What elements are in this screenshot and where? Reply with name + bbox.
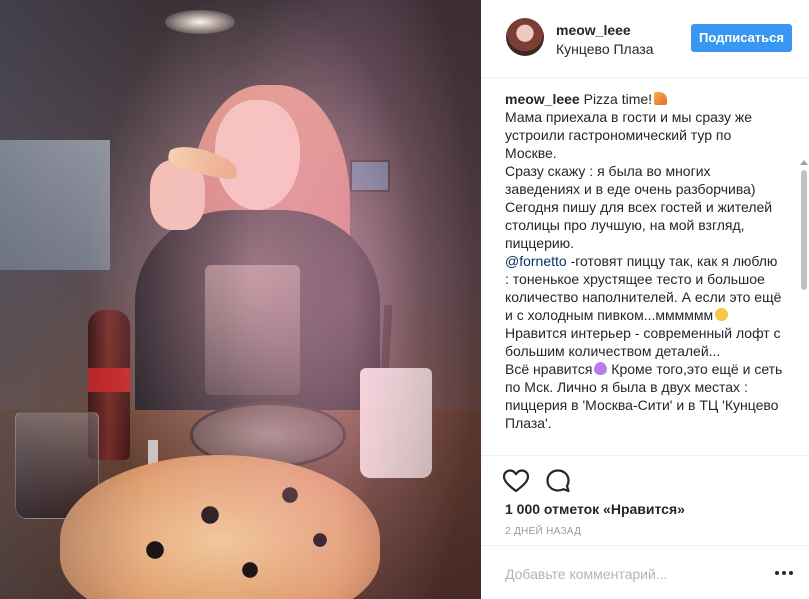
post-viewer: meow_leee Кунцево Плаза Подписаться meow… [0,0,809,599]
comment-input[interactable] [505,563,755,585]
post-actions: 1 000 отметок «Нравится» 2 ДНЕЙ НАЗАД [481,455,809,545]
more-dot-icon [782,571,786,575]
caption-paragraph: Сегодня пишу для всех гостей и жителей с… [505,199,773,251]
post-header: meow_leee Кунцево Плаза Подписаться [481,0,809,78]
comment-button[interactable] [543,466,573,496]
caption-title: Pizza time! [583,91,653,107]
comment-bubble-icon [546,469,570,493]
photo-light-leak [0,0,481,599]
follow-button[interactable]: Подписаться [691,24,792,52]
caption-all-like-text: Всё нравится [505,361,593,377]
more-options-button[interactable] [775,566,793,580]
caption-username[interactable]: meow_leee [505,91,580,107]
avatar[interactable] [506,18,544,56]
like-button[interactable] [501,466,531,496]
caption-paragraph: Нравится интерьер - современный лофт с б… [505,325,781,359]
post-location[interactable]: Кунцево Плаза [556,41,654,57]
heart-icon [502,469,530,493]
post-side-panel: meow_leee Кунцево Плаза Подписаться meow… [481,0,809,599]
likes-count[interactable]: 1 000 отметок «Нравится» [505,501,685,517]
caption-paragraph: Мама приехала в гости и мы сразу же устр… [505,109,753,161]
purple-heart-emoji-icon [594,362,608,375]
scroll-up-arrow-icon[interactable] [800,160,808,165]
post-photo[interactable] [0,0,481,599]
caption-mention-link[interactable]: @fornetto [505,253,567,269]
author-username[interactable]: meow_leee [556,22,631,38]
caption-paragraph: Сразу скажу : я была во многих заведения… [505,163,756,197]
caption-scrollbar[interactable] [799,158,809,455]
caption-scroll-area[interactable]: meow_leee Pizza time! Мама приехала в го… [481,79,809,455]
pizza-emoji-icon [654,92,668,105]
more-dot-icon [775,571,779,575]
comment-composer [481,545,809,599]
post-timestamp[interactable]: 2 ДНЕЙ НАЗАД [505,526,581,537]
relieved-face-emoji-icon [715,308,729,321]
scrollbar-thumb[interactable] [801,170,807,290]
caption: meow_leee Pizza time! Мама приехала в го… [505,90,785,432]
more-dot-icon [789,571,793,575]
